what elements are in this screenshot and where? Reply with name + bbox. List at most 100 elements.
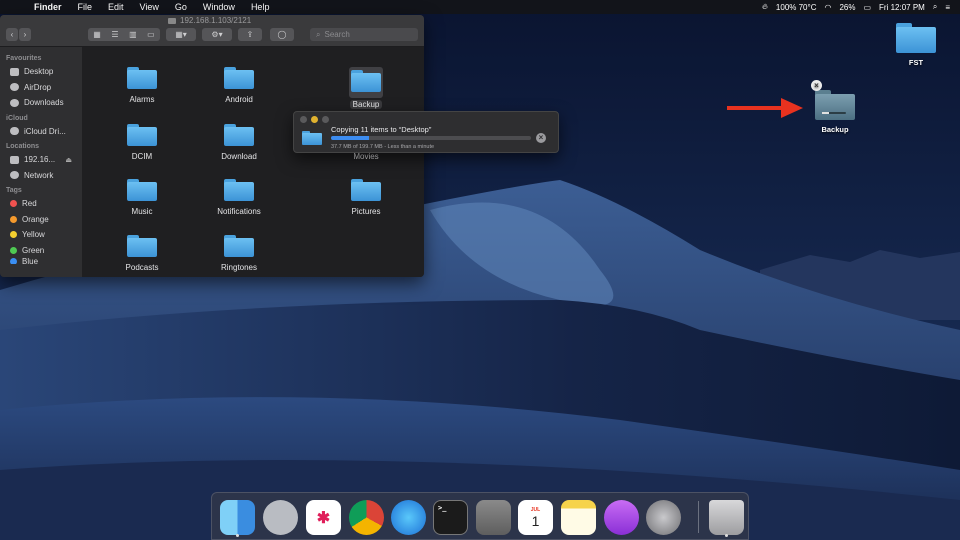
cancel-copy-icon[interactable]: × <box>811 80 822 91</box>
file-item-alarms[interactable]: Alarms <box>97 67 187 104</box>
dock-app-system-preferences-icon[interactable] <box>646 500 681 535</box>
file-item-backup[interactable]: Backup <box>321 67 411 109</box>
menu-clock[interactable]: Fri 12:07 PM <box>879 3 925 12</box>
icon-view-icon[interactable]: ▦ <box>93 30 101 39</box>
folder-icon <box>127 67 157 89</box>
menu-go[interactable]: Go <box>167 2 195 12</box>
sidebar-item-server[interactable]: 192.16... ⏏ <box>0 152 82 168</box>
file-item-android[interactable]: Android <box>194 67 284 104</box>
window-controls <box>300 116 329 123</box>
dock-app-finder-icon[interactable] <box>220 500 255 535</box>
tags-button[interactable]: ◯ <box>270 28 294 41</box>
menu-app-name[interactable]: Finder <box>26 2 70 12</box>
sidebar-item-desktop[interactable]: Desktop <box>0 64 82 80</box>
folder-icon-wrap <box>349 67 383 98</box>
sidebar-item-label: Green <box>22 245 45 255</box>
file-item-music[interactable]: Music <box>97 179 187 216</box>
arrow-annotation-icon <box>727 98 803 118</box>
wifi-icon[interactable]: ◠ <box>824 3 831 12</box>
sidebar-item-label: 192.16... <box>24 155 56 165</box>
view-mode-group[interactable]: ▦ ☰ ▥ ▭ <box>88 28 160 41</box>
sidebar-item-network[interactable]: Network <box>0 168 82 184</box>
column-view-icon[interactable]: ▥ <box>129 30 137 39</box>
zoom-button[interactable] <box>322 116 329 123</box>
file-item-dcim[interactable]: DCIM <box>97 124 187 161</box>
sidebar-tag-blue[interactable]: Blue <box>0 258 82 264</box>
close-button[interactable] <box>300 116 307 123</box>
dock-app-podcasts-icon[interactable] <box>604 500 639 535</box>
search-input[interactable]: ⌕ Search <box>310 28 418 41</box>
slack-logo-icon: ✱ <box>316 509 331 527</box>
dock-app-terminal-icon[interactable]: >_ <box>433 500 468 535</box>
file-label: Android <box>225 95 253 104</box>
flame-icon[interactable]: 🔥︎ <box>762 2 768 12</box>
menu-edit[interactable]: Edit <box>100 2 132 12</box>
folder-icon-wrap <box>194 235 284 257</box>
share-button[interactable]: ⇪ <box>238 28 262 41</box>
folder-icon <box>351 179 381 201</box>
file-label: Download <box>221 152 257 161</box>
dock-app-slack-icon[interactable]: ✱ <box>306 500 341 535</box>
dock-running-indicator <box>236 534 239 537</box>
minimize-button[interactable] <box>311 116 318 123</box>
battery-icon[interactable]: ▭ <box>863 3 871 12</box>
tag-dot-icon <box>10 258 17 264</box>
action-gear-button[interactable]: ⚙▾ <box>202 28 232 41</box>
sidebar-tag-red[interactable]: Red <box>0 196 82 212</box>
dock-app-calendar-icon[interactable]: JUL 1 <box>518 500 553 535</box>
sidebar-tag-yellow[interactable]: Yellow <box>0 227 82 243</box>
sidebar-section-tags: Tags <box>6 187 22 194</box>
forward-button[interactable]: › <box>19 28 31 41</box>
sidebar-item-label: Desktop <box>24 67 54 77</box>
battery-status[interactable]: 26% <box>839 3 855 12</box>
tag-dot-icon <box>10 200 17 208</box>
sidebar-item-icloud-drive[interactable]: iCloud Dri... <box>0 124 82 140</box>
sidebar-item-label: Orange <box>22 214 49 224</box>
folder-icon <box>127 235 157 257</box>
cancel-copy-button[interactable]: × <box>536 133 546 143</box>
sidebar-item-label: iCloud Dri... <box>24 126 66 136</box>
file-item-download[interactable]: Download <box>194 124 284 161</box>
eject-icon[interactable]: ⏏ <box>65 156 72 164</box>
folder-icon <box>224 235 254 257</box>
file-item-ringtones[interactable]: Ringtones <box>194 235 284 272</box>
sidebar-item-label: Network <box>24 170 54 180</box>
dock-app-chrome-icon[interactable] <box>349 500 384 535</box>
folder-icon-wrap <box>97 67 187 89</box>
dock-app-calculator-icon[interactable] <box>476 500 511 535</box>
menu-window[interactable]: Window <box>195 2 243 12</box>
menu-view[interactable]: View <box>132 2 167 12</box>
finder-titlebar[interactable]: 192.168.1.103/2121 ‹ › ▦ ☰ ▥ ▭ ▦▾ ⚙▾ ⇪ ◯… <box>0 15 424 47</box>
sidebar-item-downloads[interactable]: Downloads <box>0 95 82 111</box>
list-menu-icon[interactable]: ≡ <box>945 3 950 12</box>
desktop-folder-backup[interactable]: × Backup <box>811 80 858 134</box>
desktop-icon <box>10 67 19 76</box>
desktop-folder-fst[interactable]: FST <box>893 23 939 67</box>
sidebar-item-airdrop[interactable]: AirDrop <box>0 80 82 96</box>
sidebar-tag-green[interactable]: Green <box>0 243 82 259</box>
sidebar-section-locations: Locations <box>6 143 40 150</box>
dock-app-notes-icon[interactable] <box>561 500 596 535</box>
search-icon[interactable]: ⌕ <box>933 2 937 12</box>
sidebar-tag-orange[interactable]: Orange <box>0 212 82 228</box>
group-button[interactable]: ▦▾ <box>166 28 196 41</box>
back-button[interactable]: ‹ <box>6 28 18 41</box>
gallery-view-icon[interactable]: ▭ <box>147 30 155 39</box>
dock-app-trash-icon[interactable] <box>709 500 744 535</box>
desktop-folder-label: FST <box>908 58 924 67</box>
folder-icon <box>127 179 157 201</box>
dock-app-launchpad-icon[interactable] <box>263 500 298 535</box>
dock-app-safari-icon[interactable] <box>391 500 426 535</box>
temperature-status[interactable]: 100% 70°C <box>776 3 817 12</box>
list-view-icon[interactable]: ☰ <box>111 30 118 39</box>
sidebar-item-label: Yellow <box>22 230 45 240</box>
menu-file[interactable]: File <box>70 2 101 12</box>
file-item-podcasts[interactable]: Podcasts <box>97 235 187 272</box>
menu-help[interactable]: Help <box>243 2 278 12</box>
finder-sidebar: Favourites Desktop AirDrop Downloads iCl… <box>0 47 82 277</box>
file-item-notifications[interactable]: Notifications <box>194 179 284 216</box>
sidebar-item-label: Red <box>22 199 37 209</box>
file-item-pictures[interactable]: Pictures <box>321 179 411 216</box>
search-placeholder: Search <box>324 30 350 39</box>
file-label: Pictures <box>351 207 381 216</box>
